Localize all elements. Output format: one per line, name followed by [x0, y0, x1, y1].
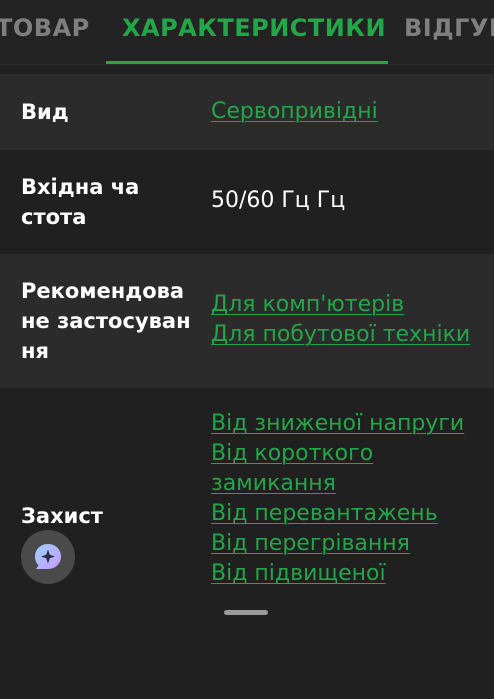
spec-link-home-appliances[interactable]: Для побутової техніки [211, 320, 483, 350]
tab-characteristics[interactable]: ХАРАКТЕРИСТИКИ [122, 14, 386, 42]
spec-value-protection: Від зниженої напруги Від короткого замик… [211, 409, 483, 589]
product-page: ТОВАР ХАРАКТЕРИСТИКИ ВІДГУК Вид Сервопри… [0, 0, 494, 699]
spec-row-type: Вид Сервопривідні [0, 74, 494, 150]
spec-value-type: Сервопривідні [211, 97, 483, 127]
spec-label-input-frequency: Вхідна частота [21, 175, 140, 229]
tab-reviews[interactable]: ВІДГУК [404, 14, 494, 42]
scroll-handle[interactable] [224, 610, 268, 615]
active-tab-indicator [106, 61, 388, 64]
tab-bar: ТОВАР ХАРАКТЕРИСТИКИ ВІДГУК [0, 0, 494, 65]
spec-label-protection: Захист [21, 504, 103, 528]
spec-value-recommended-use: Для комп'ютерів Для побутової техніки [211, 290, 483, 350]
tab-product[interactable]: ТОВАР [0, 14, 90, 42]
spec-link-computers[interactable]: Для комп'ютерів [211, 290, 483, 320]
assistant-button[interactable] [21, 530, 75, 584]
spec-link-overload[interactable]: Від перевантажень [211, 499, 483, 529]
spec-label-type: Вид [21, 100, 69, 124]
spec-link-servo[interactable]: Сервопривідні [211, 97, 483, 127]
sparkle-chat-icon [35, 544, 61, 569]
spec-link-overvoltage[interactable]: Від підвищеної [211, 559, 483, 589]
spec-label-recommended-use: Рекомендоване застосування [21, 279, 191, 363]
spec-value-input-frequency: 50/60 Гц Гц [211, 188, 346, 213]
spec-row-input-frequency: Вхідна частота 50/60 Гц Гц [0, 150, 494, 254]
spec-row-recommended-use: Рекомендоване застосування Для комп'ютер… [0, 254, 494, 388]
spec-link-undervoltage[interactable]: Від зниженої напруги [211, 409, 483, 439]
spec-row-protection: Захист Від зниженої напруги Від коротког… [0, 388, 494, 699]
spec-link-overheat[interactable]: Від перегрівання [211, 529, 483, 559]
spec-link-short-circuit[interactable]: Від короткого замикання [211, 439, 483, 499]
